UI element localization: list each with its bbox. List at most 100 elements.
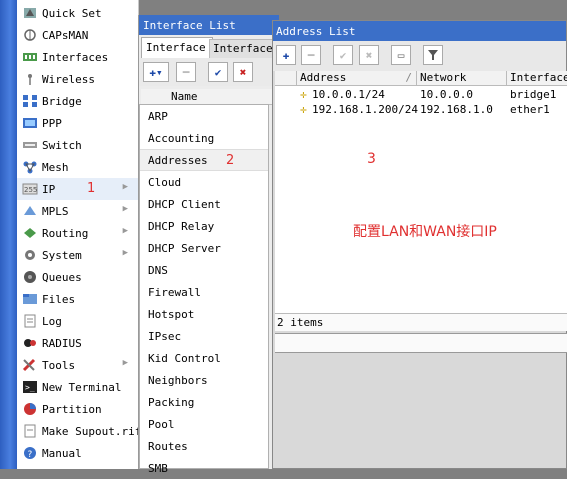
- item-count-status: 2 items: [275, 313, 567, 331]
- tools-icon: [22, 358, 38, 372]
- submenu-item-neighbors[interactable]: Neighbors: [140, 369, 268, 391]
- quick-set-icon: [22, 6, 38, 20]
- routing-icon: [22, 226, 38, 240]
- menu-item-system[interactable]: System ▶: [17, 244, 138, 266]
- row-network: 192.168.1.0: [420, 103, 493, 116]
- column-address-header[interactable]: Address /: [297, 71, 417, 86]
- main-menu: Quick Set CAPsMAN Interfaces Wireless Br…: [17, 0, 141, 469]
- address-table: Address / Network Interface ✛ 10.0.0.1/2…: [275, 71, 567, 331]
- submenu-item-pool[interactable]: Pool: [140, 413, 268, 435]
- submenu-item-routes[interactable]: Routes: [140, 435, 268, 457]
- column-interface-header[interactable]: Interface: [507, 71, 567, 86]
- left-sidebar-strip: [0, 0, 17, 469]
- submenu-item-arp[interactable]: ARP: [140, 105, 268, 127]
- menu-item-tools[interactable]: Tools ▶: [17, 354, 138, 376]
- add-icon[interactable]: ✚▾: [143, 62, 169, 82]
- enable-icon[interactable]: ✔: [333, 45, 353, 65]
- submenu-arrow-icon: ▶: [122, 226, 128, 236]
- row-address: 10.0.0.1/24: [312, 88, 385, 101]
- submenu-item-dhcp-relay[interactable]: DHCP Relay: [140, 215, 268, 237]
- svg-text:>_: >_: [25, 383, 35, 392]
- sort-icon: /: [405, 71, 412, 84]
- row-address: 192.168.1.200/24: [312, 103, 418, 116]
- capsman-icon: [22, 28, 38, 42]
- remove-icon[interactable]: ━: [176, 62, 196, 82]
- menu-item-queues[interactable]: Queues: [17, 266, 138, 288]
- submenu-item-smb[interactable]: SMB: [140, 457, 268, 479]
- submenu-item-firewall[interactable]: Firewall: [140, 281, 268, 303]
- menu-item-new-terminal[interactable]: >_ New Terminal: [17, 376, 138, 398]
- submenu-item-packing[interactable]: Packing: [140, 391, 268, 413]
- submenu-item-dhcp-client[interactable]: DHCP Client: [140, 193, 268, 215]
- menu-item-make-supout[interactable]: Make Supout.rif: [17, 420, 141, 442]
- add-icon[interactable]: ✚: [276, 45, 296, 65]
- interface-table-header: Name: [141, 89, 272, 105]
- menu-item-log[interactable]: Log: [17, 310, 138, 332]
- submenu-item-kid-control[interactable]: Kid Control: [140, 347, 268, 369]
- wireless-icon: [22, 72, 38, 86]
- submenu-item-cloud[interactable]: Cloud: [140, 171, 268, 193]
- menu-item-partition[interactable]: Partition: [17, 398, 138, 420]
- comment-icon[interactable]: ▭: [391, 45, 411, 65]
- address-icon: ✛: [300, 88, 307, 101]
- submenu-arrow-icon: ▶: [122, 204, 128, 214]
- tab-interface[interactable]: Interface: [141, 37, 213, 58]
- terminal-icon: >_: [22, 380, 38, 394]
- interface-toolbar: ✚▾ ━ ✔ ✖: [139, 58, 279, 86]
- ip-submenu: ARP Accounting Addresses 2 Cloud DHCP Client D…: [139, 104, 269, 475]
- row-interface: bridge1: [510, 88, 557, 101]
- interface-list-title: Interface List: [139, 15, 279, 35]
- menu-item-wireless[interactable]: Wireless: [17, 68, 138, 90]
- partition-icon: [22, 402, 38, 416]
- address-icon: ✛: [300, 103, 307, 116]
- step-1-annotation: 1: [87, 181, 96, 196]
- address-list-window: Address List ✚ ━ ✔ ✖ ▭ Address / Network…: [272, 20, 567, 469]
- row-network: 10.0.0.0: [420, 88, 473, 101]
- radius-icon: [22, 336, 38, 350]
- menu-item-interfaces[interactable]: Interfaces: [17, 46, 138, 68]
- filter-icon[interactable]: [423, 45, 443, 65]
- manual-icon: ?: [22, 446, 38, 460]
- enable-icon[interactable]: ✔: [208, 62, 228, 82]
- menu-item-mesh[interactable]: Mesh: [17, 156, 138, 178]
- status-bar: [275, 333, 567, 353]
- disable-icon[interactable]: ✖: [233, 62, 253, 82]
- column-blank-header: [275, 71, 297, 86]
- switch-icon: [22, 138, 38, 152]
- menu-item-files[interactable]: Files: [17, 288, 138, 310]
- log-icon: [22, 314, 38, 328]
- address-list-title: Address List: [273, 21, 566, 41]
- menu-item-quick-set[interactable]: Quick Set: [17, 2, 138, 24]
- step-2-annotation: 2: [226, 153, 235, 168]
- submenu-item-dhcp-server[interactable]: DHCP Server: [140, 237, 268, 259]
- menu-item-mpls[interactable]: MPLS ▶: [17, 200, 138, 222]
- ppp-icon: [22, 116, 38, 130]
- submenu-arrow-icon: ▶: [122, 358, 128, 368]
- menu-item-radius[interactable]: RADIUS: [17, 332, 138, 354]
- files-icon: [22, 292, 38, 306]
- submenu-item-ipsec[interactable]: IPsec: [140, 325, 268, 347]
- column-network-header[interactable]: Network: [417, 71, 507, 86]
- config-note-annotation: 配置LAN和WAN接口IP: [353, 224, 497, 240]
- menu-item-ppp[interactable]: PPP: [17, 112, 138, 134]
- submenu-item-hotspot[interactable]: Hotspot: [140, 303, 268, 325]
- menu-item-routing[interactable]: Routing ▶: [17, 222, 138, 244]
- step-3-annotation: 3: [367, 151, 376, 167]
- bridge-icon: [22, 94, 38, 108]
- interfaces-icon: [22, 50, 38, 64]
- remove-icon[interactable]: ━: [301, 45, 321, 65]
- queues-icon: [22, 270, 38, 284]
- column-name-header[interactable]: Name: [171, 90, 198, 103]
- disable-icon[interactable]: ✖: [359, 45, 379, 65]
- menu-item-capsman[interactable]: CAPsMAN: [17, 24, 138, 46]
- menu-item-switch[interactable]: Switch: [17, 134, 138, 156]
- menu-item-bridge[interactable]: Bridge: [17, 90, 138, 112]
- submenu-arrow-icon: ▶: [122, 248, 128, 258]
- submenu-item-addresses[interactable]: Addresses 2: [140, 149, 268, 171]
- menu-item-ip[interactable]: 255 IP 1 ▶: [17, 178, 138, 200]
- system-icon: [22, 248, 38, 262]
- submenu-item-accounting[interactable]: Accounting: [140, 127, 268, 149]
- address-toolbar: ✚ ━ ✔ ✖ ▭: [273, 41, 566, 71]
- submenu-item-dns[interactable]: DNS: [140, 259, 268, 281]
- menu-item-manual[interactable]: ? Manual: [17, 442, 138, 464]
